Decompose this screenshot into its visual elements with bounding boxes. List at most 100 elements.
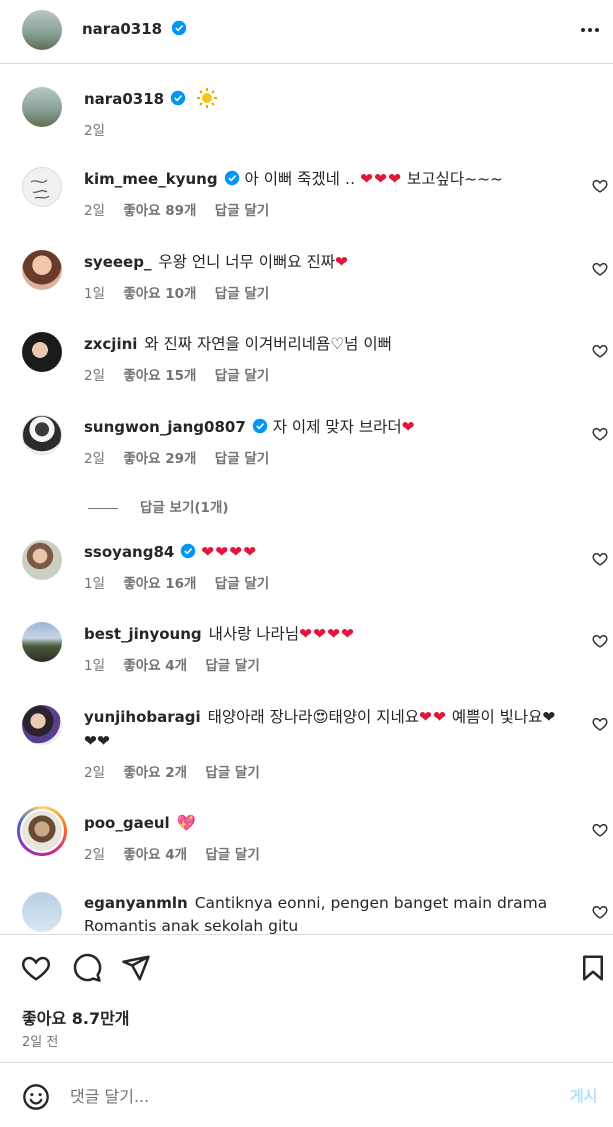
avatar — [20, 809, 64, 853]
comment-likes[interactable]: 좋아요 16개 — [123, 576, 196, 592]
like-comment-icon[interactable] — [592, 343, 608, 359]
reply-button[interactable]: 답글 달기 — [205, 765, 259, 781]
like-comment-icon[interactable] — [592, 716, 608, 732]
reply-button[interactable]: 답글 달기 — [215, 203, 269, 219]
comment-text: sungwon_jang0807 자 이제 맞자 브라더❤ — [84, 415, 565, 439]
heart-emojis: ❤❤ — [419, 708, 447, 726]
comment-likes[interactable]: 좋아요 4개 — [123, 847, 187, 863]
comment-username[interactable]: zxcjini — [84, 335, 137, 353]
reply-button[interactable]: 답글 달기 — [215, 368, 269, 384]
likes-count[interactable]: 좋아요 8.7만개 — [22, 1005, 130, 1029]
caption-age: 2일 — [84, 123, 106, 139]
comment-meta: 1일 좋아요 4개 답글 달기 — [84, 654, 274, 674]
heart-emojis: ❤ — [334, 253, 349, 271]
comments-list[interactable]: nara0318 2일 kim_mee_kyung 아 이뻐 죽겠네 ‥ ❤❤❤… — [0, 64, 613, 934]
comment-username[interactable]: sungwon_jang0807 — [84, 418, 246, 436]
reply-button[interactable]: 답글 달기 — [215, 286, 269, 302]
post-actions: 좋아요 8.7만개 2일 전 — [0, 934, 613, 1062]
avatar[interactable] — [22, 87, 62, 127]
avatar[interactable] — [22, 332, 62, 372]
emoji-icon[interactable] — [22, 1083, 50, 1111]
like-icon[interactable] — [21, 953, 51, 983]
like-comment-icon[interactable] — [592, 261, 608, 277]
comment-age: 2일 — [84, 765, 106, 781]
avatar-story-ring[interactable] — [17, 806, 67, 856]
caption-meta: 2일 — [84, 119, 119, 139]
comment-likes[interactable]: 좋아요 10개 — [123, 286, 196, 302]
comment-text: best_jinyoung 내사랑 나라님❤❤❤❤ — [84, 622, 565, 646]
avatar[interactable] — [22, 622, 62, 662]
comment-body: 자 이제 맞자 브라더 — [272, 418, 402, 436]
comment-text: ssoyang84 ❤❤❤❤ — [84, 540, 565, 564]
like-comment-icon[interactable] — [592, 551, 608, 567]
comment-meta: 2일 좋아요 89개 답글 달기 — [84, 199, 283, 219]
save-icon[interactable] — [578, 953, 608, 983]
verified-icon — [224, 170, 239, 186]
avatar[interactable] — [22, 705, 62, 745]
header-username[interactable]: nara0318 — [82, 20, 162, 38]
comment-meta: 2일 좋아요 4개 답글 달기 — [84, 843, 274, 863]
comment-likes[interactable]: 좋아요 2개 — [123, 765, 187, 781]
avatar[interactable] — [22, 540, 62, 580]
comment-age: 1일 — [84, 286, 106, 302]
reply-button[interactable]: 답글 달기 — [205, 658, 259, 674]
like-comment-icon[interactable] — [592, 822, 608, 838]
reply-button[interactable]: 답글 달기 — [215, 576, 269, 592]
caption-username[interactable]: nara0318 — [84, 90, 164, 108]
comment-icon[interactable] — [72, 953, 102, 983]
heart-emojis: 💖 — [176, 814, 197, 832]
heart-emojis: ❤❤❤ — [360, 170, 403, 188]
comment-age: 1일 — [84, 576, 106, 592]
post-time: 2일 전 — [22, 1035, 59, 1050]
comment-meta: 2일 좋아요 15개 답글 달기 — [84, 364, 283, 384]
comment-username[interactable]: kim_mee_kyung — [84, 170, 218, 188]
avatar[interactable] — [22, 892, 62, 932]
comment-username[interactable]: yunjihobaragi — [84, 708, 201, 726]
like-comment-icon[interactable] — [592, 426, 608, 442]
comment-username[interactable]: poo_gaeul — [84, 814, 170, 832]
header-username-row: nara0318 — [82, 19, 187, 38]
comment-body: 태양아래 장나라😍태양이 지네요 — [207, 708, 420, 726]
view-replies-label: 답글 보기(1개) — [140, 500, 229, 516]
comment-text: eganyanmln Cantiknya eonni, pengen bange… — [84, 892, 565, 934]
comment-likes[interactable]: 좋아요 29개 — [123, 451, 196, 467]
post-button[interactable]: 게시 — [570, 1085, 598, 1106]
avatar[interactable] — [22, 167, 62, 207]
comment-age: 1일 — [84, 658, 106, 674]
comment-username[interactable]: best_jinyoung — [84, 625, 202, 643]
reply-button[interactable]: 답글 달기 — [215, 451, 269, 467]
more-horizontal-icon[interactable] — [580, 20, 600, 40]
verified-icon — [252, 418, 267, 434]
comment-age: 2일 — [84, 368, 106, 384]
sun-icon — [197, 88, 218, 108]
comment-likes[interactable]: 좋아요 4개 — [123, 658, 187, 674]
comment-age: 2일 — [84, 847, 106, 863]
comment-age: 2일 — [84, 203, 106, 219]
comment-meta: 2일 좋아요 29개 답글 달기 — [84, 447, 283, 467]
share-icon[interactable] — [121, 953, 151, 983]
reply-button[interactable]: 답글 달기 — [205, 847, 259, 863]
avatar[interactable] — [22, 250, 62, 290]
view-replies-button[interactable]: 답글 보기(1개) — [88, 496, 229, 516]
comment-body: 우왕 언니 너무 이뻐요 진짜 — [158, 253, 335, 271]
comment-text: kim_mee_kyung 아 이뻐 죽겠네 ‥ ❤❤❤ 보고싶다~~~ — [84, 167, 565, 191]
like-comment-icon[interactable] — [592, 904, 608, 920]
comment-likes[interactable]: 좋아요 15개 — [123, 368, 196, 384]
comment-username[interactable]: syeeep_ — [84, 253, 151, 271]
view-replies-line — [88, 507, 118, 509]
verified-icon — [170, 90, 186, 106]
comment-meta: 2일 좋아요 2개 답글 달기 — [84, 761, 274, 781]
comment-likes[interactable]: 좋아요 89개 — [123, 203, 196, 219]
avatar[interactable] — [22, 10, 62, 50]
like-comment-icon[interactable] — [592, 178, 608, 194]
comment-text: zxcjini 와 진짜 자연을 이겨버리네욤♡넘 이뻐 — [84, 332, 565, 356]
avatar[interactable] — [22, 415, 62, 455]
heart-emojis: ❤❤❤❤ — [201, 543, 258, 561]
comment-input[interactable] — [70, 1083, 530, 1109]
heart-emojis: ❤❤❤❤ — [299, 625, 356, 643]
comment-username[interactable]: eganyanmln — [84, 894, 188, 912]
comment-body: 와 진짜 자연을 이겨버리네욤♡넘 이뻐 — [144, 335, 392, 353]
comment-text: yunjihobaragi 태양아래 장나라😍태양이 지네요❤❤ 예쁨이 빛나요… — [84, 705, 565, 753]
like-comment-icon[interactable] — [592, 633, 608, 649]
comment-username[interactable]: ssoyang84 — [84, 543, 174, 561]
